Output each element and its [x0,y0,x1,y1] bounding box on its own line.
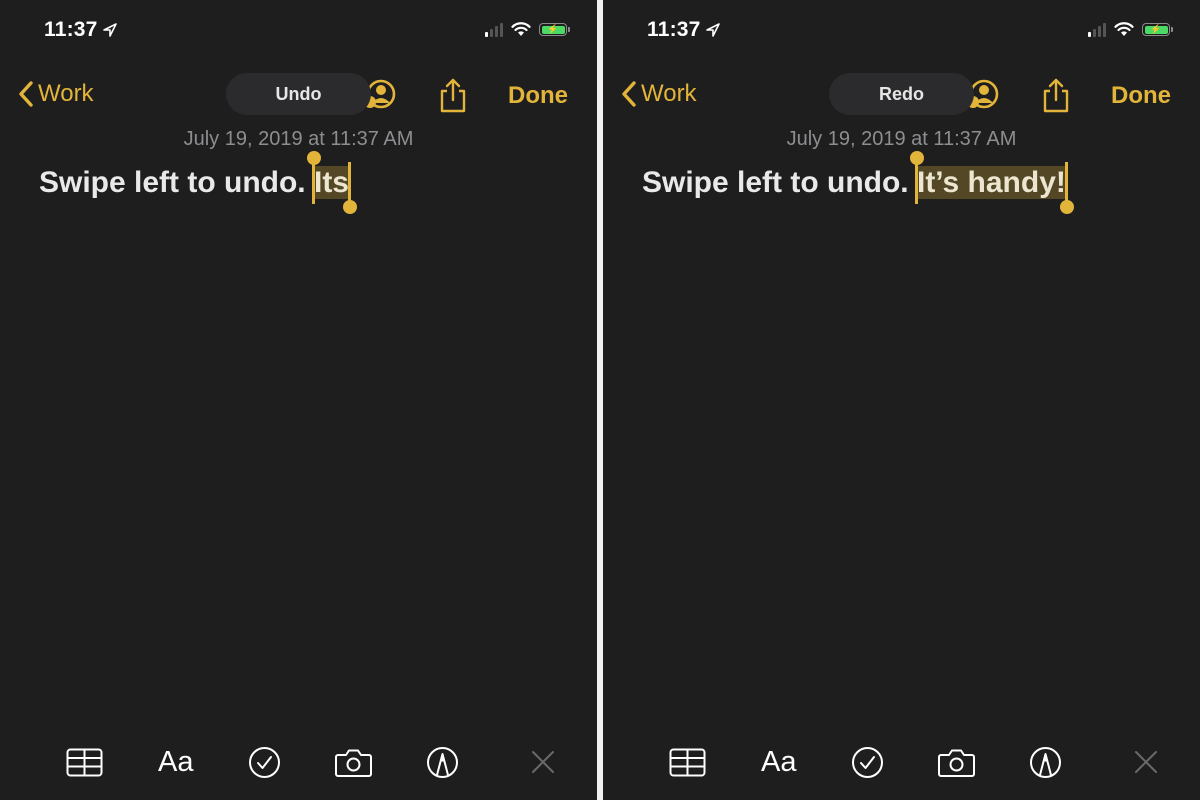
back-button[interactable]: Work [18,80,94,108]
close-icon[interactable] [1134,750,1158,774]
table-icon[interactable] [66,748,103,777]
back-label: Work [38,80,94,107]
text-selection[interactable]: Its [306,151,357,214]
status-bar-indicators: ⚡ [485,22,570,37]
status-bar-indicators: ⚡ [1088,22,1173,37]
battery-charging-icon: ⚡ [539,23,570,36]
time-label: 11:37 [647,18,701,41]
redo-button[interactable]: Redo [829,73,974,115]
selected-text: It’s handy! [916,166,1066,199]
done-button[interactable]: Done [1111,82,1171,110]
table-icon[interactable] [669,748,706,777]
note-date: July 19, 2019 at 11:37 AM [183,128,414,150]
selected-text: Its [313,166,349,199]
note-text[interactable]: Swipe left to undo. It’s handy! [642,151,1074,214]
selection-end-handle[interactable] [1059,200,1074,214]
time-label: 11:37 [44,18,98,41]
selection-start-cursor [914,162,918,204]
location-arrow-icon [705,23,720,37]
status-bar-time: 11:37 [44,18,118,42]
camera-icon[interactable] [938,748,975,778]
phone-screen-redo: 11:37 ⚡ Work Redo Done July 19, 2019 at … [603,0,1200,800]
note-text-plain: Swipe left to undo. [642,166,917,199]
note-text[interactable]: Swipe left to undo. Its [39,151,357,214]
back-button[interactable]: Work [621,80,697,108]
text-selection[interactable]: It’s handy! [909,151,1074,214]
share-icon[interactable] [1041,77,1071,113]
bottom-toolbar: Aa [603,720,1200,800]
format-text-button[interactable]: Aa [158,746,193,779]
note-text-plain: Swipe left to undo. [39,166,314,199]
done-button[interactable]: Done [508,82,568,110]
location-arrow-icon [102,23,117,37]
selection-start-handle[interactable] [306,151,321,165]
checklist-icon[interactable] [248,746,281,779]
cellular-signal-icon [485,22,503,37]
camera-icon[interactable] [335,748,372,778]
chevron-left-icon [19,81,33,107]
phone-screen-undo: 11:37 ⚡ Work Undo Done July 19, 2019 at … [0,0,597,800]
selection-end-cursor [1064,162,1068,204]
wifi-icon [1114,22,1134,36]
chevron-left-icon [622,81,636,107]
close-icon[interactable] [531,750,555,774]
wifi-icon [511,22,531,36]
markup-icon[interactable] [426,746,459,779]
share-icon[interactable] [438,77,468,113]
checklist-icon[interactable] [851,746,884,779]
format-text-button[interactable]: Aa [761,746,796,779]
back-label: Work [641,80,697,107]
battery-charging-icon: ⚡ [1142,23,1173,36]
markup-icon[interactable] [1029,746,1062,779]
selection-end-handle[interactable] [343,200,357,214]
cellular-signal-icon [1088,22,1106,37]
note-date: July 19, 2019 at 11:37 AM [786,128,1017,150]
status-bar-time: 11:37 [647,18,721,42]
selection-start-cursor [311,162,315,204]
bottom-toolbar: Aa [0,720,597,800]
selection-end-cursor [348,162,351,204]
selection-start-handle[interactable] [909,151,924,165]
undo-button[interactable]: Undo [226,73,371,115]
